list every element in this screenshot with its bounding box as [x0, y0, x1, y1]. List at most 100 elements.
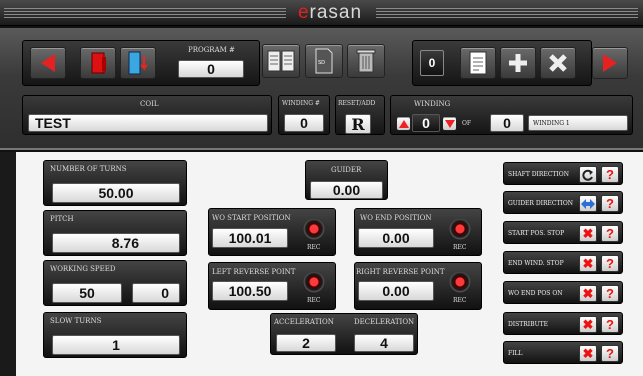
document-button[interactable] [460, 47, 496, 79]
title-stripes-right [376, 8, 638, 18]
shaft-direction-row: SHAFT DIRECTION ? [503, 162, 623, 185]
exit-door-button[interactable] [80, 47, 116, 79]
wo-end-label: WO END POSITION [360, 214, 432, 222]
shaft-direction-label: SHAFT DIRECTION [508, 171, 569, 178]
deceleration-field[interactable]: 4 [354, 334, 414, 352]
end-wind-stop-help-button[interactable]: ? [601, 255, 619, 272]
end-wind-stop-label: END WIND. STOP [508, 260, 564, 267]
previous-button[interactable] [30, 47, 66, 79]
shaft-direction-help-button[interactable]: ? [601, 166, 619, 183]
shaft-direction-toggle[interactable] [579, 166, 597, 183]
slow-turns-field[interactable]: 1 [52, 335, 180, 355]
program-field[interactable]: 0 [178, 60, 244, 78]
distribute-toggle[interactable]: ✖ [579, 316, 597, 333]
guider-field: 0.00 [310, 181, 383, 199]
fill-help-button[interactable]: ? [601, 345, 619, 362]
acceleration-label: ACCELERATION [274, 318, 334, 326]
book-icon [267, 50, 295, 72]
wo-end-rec-button[interactable] [449, 219, 471, 241]
guider-direction-label: GUIDER DIRECTION [508, 200, 574, 207]
wo-end-pos-on-help-button[interactable]: ? [601, 285, 619, 302]
coil-label: COIL [140, 100, 159, 108]
right-reverse-field[interactable]: 0.00 [358, 281, 434, 301]
add-button[interactable] [500, 47, 536, 79]
start-pos-stop-label: START POS. STOP [508, 230, 565, 237]
sd-card-icon: SD [315, 48, 333, 74]
pitch-field[interactable]: 8.76 [52, 233, 180, 253]
winding-number-label: WINDING # [282, 100, 320, 107]
right-reverse-label: RIGHT REVERSE POINT [356, 268, 445, 276]
working-speed-secondary-field[interactable]: 0 [132, 283, 180, 303]
triangle-down-icon [444, 119, 455, 128]
winding-number-field[interactable]: 0 [284, 114, 324, 132]
winding-name-field[interactable]: WINDING 1 [528, 115, 628, 131]
sd-card-button[interactable]: SD [305, 44, 343, 78]
triangle-up-icon [398, 119, 409, 128]
wo-end-pos-on-toggle[interactable]: ✖ [579, 285, 597, 302]
end-wind-stop-toggle[interactable]: ✖ [579, 255, 597, 272]
left-reverse-field[interactable]: 100.50 [212, 281, 288, 301]
right-reverse-rec-label: REC [453, 297, 467, 304]
guider-direction-help-button[interactable]: ? [601, 195, 619, 212]
wo-end-pos-on-row: WO END POS ON ✖ ? [503, 281, 623, 304]
delete-button[interactable] [540, 47, 576, 79]
guider-direction-toggle[interactable] [579, 195, 597, 212]
distribute-label: DISTRIBUTE [508, 321, 549, 328]
document-icon [469, 51, 487, 75]
title-stripes-left [4, 8, 286, 18]
left-reverse-rec-label: REC [307, 297, 321, 304]
book-button[interactable] [262, 44, 300, 78]
trash-button[interactable] [347, 44, 385, 78]
start-pos-stop-help-button[interactable]: ? [601, 225, 619, 242]
left-reverse-rec-button[interactable] [303, 272, 325, 294]
slow-turns-label: SLOW TURNS [50, 317, 102, 325]
pitch-label: PITCH [50, 215, 74, 223]
winding-down-button[interactable] [442, 116, 457, 131]
right-reverse-rec-button[interactable] [449, 272, 471, 294]
distribute-help-button[interactable]: ? [601, 316, 619, 333]
brand-logo: erasan [297, 2, 363, 23]
save-door-button[interactable] [120, 47, 156, 79]
left-reverse-label: LEFT REVERSE POINT [212, 268, 296, 276]
wo-end-field[interactable]: 0.00 [358, 228, 434, 248]
working-speed-label: WORKING SPEED [50, 265, 116, 273]
working-speed-field[interactable]: 50 [52, 283, 122, 303]
wo-start-label: WO START POSITION [212, 214, 291, 222]
fill-toggle[interactable]: ✖ [579, 345, 597, 362]
acceleration-field[interactable]: 2 [276, 334, 336, 352]
of-field: 0 [490, 114, 524, 132]
double-arrow-icon [581, 198, 595, 209]
fill-row: FILL ✖ ? [503, 341, 623, 364]
start-pos-stop-row: START POS. STOP ✖ ? [503, 221, 623, 244]
reset-add-label: RESET/ADD [338, 100, 376, 107]
program-label: PROGRAM # [188, 46, 235, 54]
wo-end-pos-on-label: WO END POS ON [508, 290, 563, 297]
wo-start-field[interactable]: 100.01 [212, 228, 288, 248]
winding-up-button[interactable] [396, 116, 411, 131]
svg-text:SD: SD [318, 60, 325, 66]
winding-label: WINDING [414, 100, 451, 108]
next-button[interactable] [592, 47, 628, 79]
guider-label: GUIDER [331, 166, 362, 174]
guider-direction-row: GUIDER DIRECTION ? [503, 191, 623, 214]
number-of-turns-label: NUMBER OF TURNS [50, 165, 127, 173]
start-pos-stop-toggle[interactable]: ✖ [579, 225, 597, 242]
counter-field: 0 [420, 50, 444, 76]
rotate-icon [582, 169, 593, 181]
reset-button[interactable]: R [345, 114, 371, 134]
wo-start-rec-button[interactable] [303, 219, 325, 241]
coil-field[interactable]: TEST [28, 114, 268, 132]
door-save-icon [128, 51, 148, 75]
end-wind-stop-row: END WIND. STOP ✖ ? [503, 251, 623, 274]
number-of-turns-field[interactable]: 50.00 [52, 183, 180, 203]
title-bar: erasan [0, 0, 643, 26]
deceleration-label: DECELERATION [354, 318, 415, 326]
arrow-right-icon [603, 54, 617, 72]
x-icon [549, 54, 567, 72]
fill-label: FILL [508, 350, 523, 357]
toolbar: PROGRAM # 0 SD 0 COIL TEST WINDING # 0 R… [0, 28, 643, 150]
left-edge [0, 152, 16, 376]
trash-icon [356, 49, 376, 73]
plus-icon [509, 54, 527, 72]
winding-field[interactable]: 0 [412, 114, 440, 132]
